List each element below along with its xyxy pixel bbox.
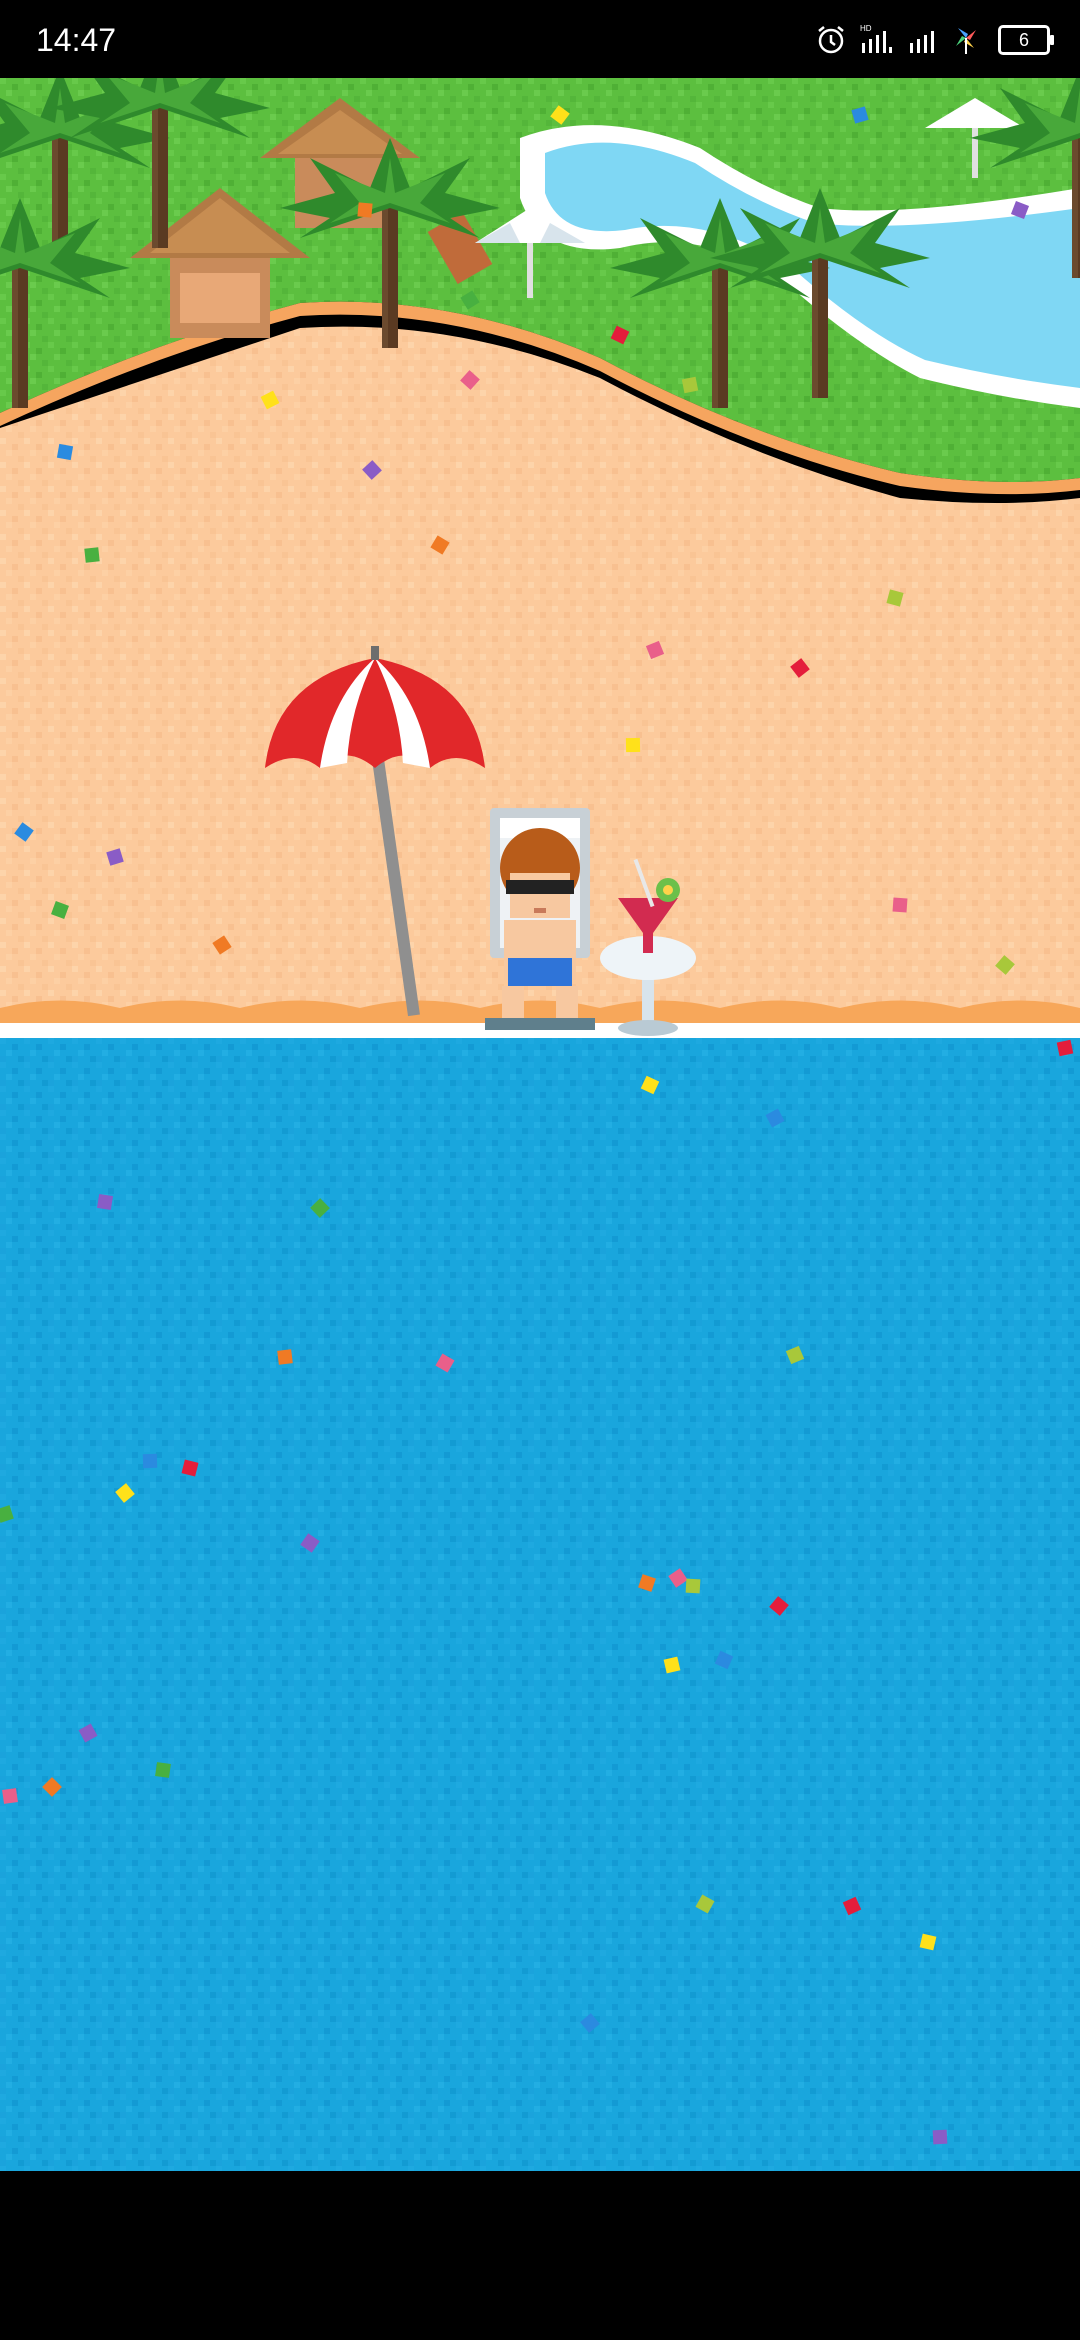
confetti-piece bbox=[625, 737, 641, 753]
status-time: 14:47 bbox=[36, 22, 117, 58]
hd-label: HD bbox=[860, 24, 872, 33]
confetti-piece bbox=[96, 1193, 114, 1211]
confetti-piece bbox=[1056, 1039, 1074, 1057]
confetti-piece bbox=[2, 1788, 18, 1804]
confetti-piece bbox=[155, 1762, 171, 1778]
ocean bbox=[0, 1008, 1080, 2171]
confetti-piece bbox=[681, 376, 699, 394]
confetti-piece bbox=[685, 1578, 701, 1594]
confetti-piece bbox=[56, 443, 74, 461]
alarm-icon bbox=[816, 25, 846, 55]
battery-icon: 6 bbox=[998, 25, 1054, 55]
confetti-piece bbox=[142, 1453, 158, 1469]
signal-icon bbox=[908, 25, 938, 55]
confetti-piece bbox=[357, 202, 373, 218]
confetti-piece bbox=[932, 2129, 948, 2145]
game-scene[interactable] bbox=[0, 78, 1080, 2171]
status-bar: 14:47 HD 6 bbox=[0, 0, 1080, 78]
confetti-piece bbox=[277, 1349, 293, 1365]
navigation-area bbox=[0, 2171, 1080, 2340]
hd-signal-icon: HD bbox=[860, 23, 894, 57]
confetti-piece bbox=[892, 897, 908, 913]
pinwheel-icon bbox=[952, 24, 984, 56]
status-icons: HD 6 bbox=[816, 18, 1054, 62]
confetti-piece bbox=[84, 547, 100, 563]
